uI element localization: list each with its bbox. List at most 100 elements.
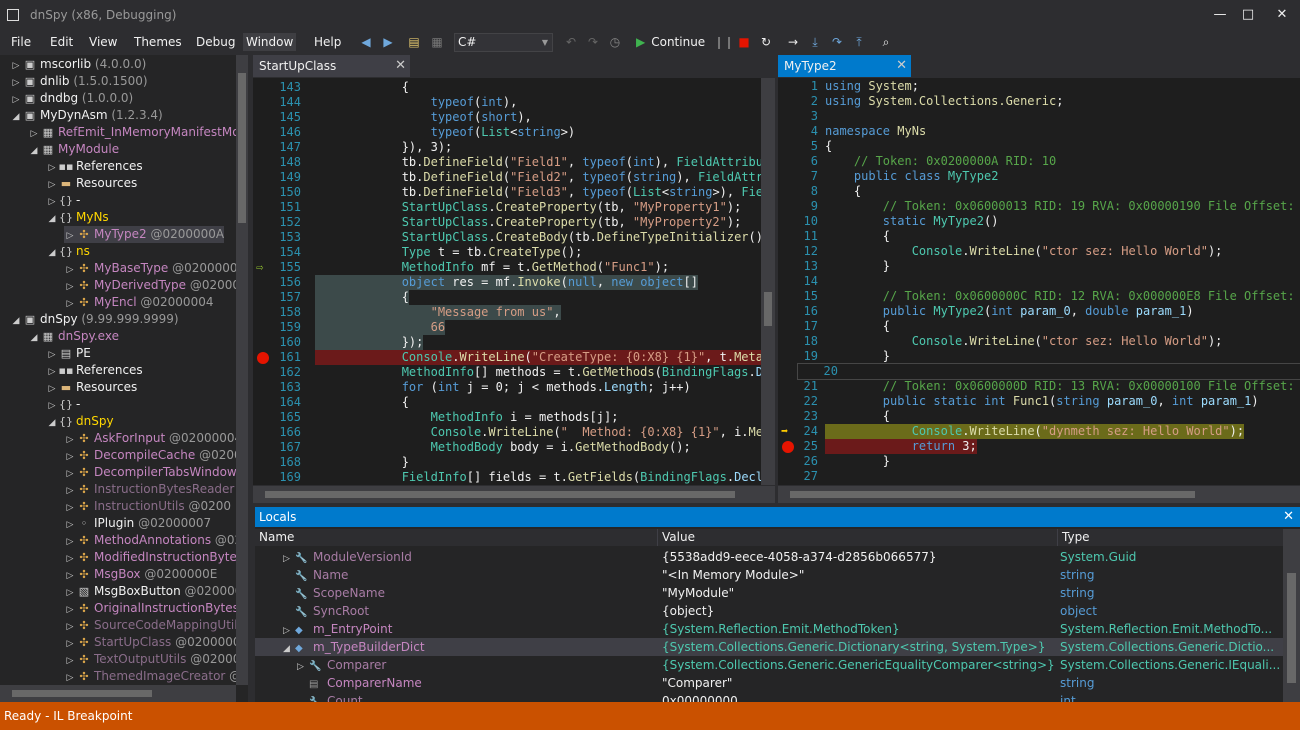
menu-themes[interactable]: Themes	[131, 33, 185, 51]
close-icon[interactable]: ✕	[1268, 4, 1296, 26]
code-line[interactable]: 167 MethodBody body = i.GetMethodBody();	[253, 440, 775, 455]
step-into-icon[interactable]: ⤓	[806, 33, 824, 51]
scroll-thumb[interactable]	[12, 690, 152, 697]
code-line[interactable]: 4 namespace MyNs	[778, 124, 1300, 139]
code-line[interactable]: 169 FieldInfo[] fields = t.GetFields(Bin…	[253, 470, 775, 485]
collapse-icon[interactable]: ◢	[46, 415, 58, 432]
tree-horizontal-scrollbar[interactable]	[0, 685, 236, 702]
code-line[interactable]: 143 {	[253, 80, 775, 95]
tree-node[interactable]: ◢{} MyNs	[46, 209, 109, 226]
tree-node[interactable]: ▷ ✣ ModifiedInstructionBytes	[64, 549, 244, 566]
code-line[interactable]: 146 typeof(List<string>)	[253, 125, 775, 140]
collapse-icon[interactable]: ◢	[28, 330, 40, 347]
tree-node[interactable]: ◢{} dnSpy	[46, 413, 114, 430]
code-line[interactable]: 147 }), 3);	[253, 140, 775, 155]
code-line[interactable]: 8 {	[778, 184, 1300, 199]
column-name[interactable]: Name	[255, 529, 658, 546]
back-icon[interactable]: ◀	[357, 33, 375, 51]
code-editor-left[interactable]: 143 {144 typeof(int), 145 typeof(short), 1…	[253, 78, 775, 485]
locals-row[interactable]: ▷ 🔧 Comparer {System.Collections.Generic.Ge…	[255, 656, 1283, 674]
code-line[interactable]: 161 Console.WriteLine("CreateType: {0:X8…	[253, 350, 775, 365]
editor-horizontal-scrollbar[interactable]	[778, 486, 1300, 503]
code-line[interactable]: 17 {	[778, 319, 1300, 334]
code-line[interactable]: 22 public static int Func1(string param_…	[778, 394, 1300, 409]
code-line[interactable]: 1 using System;	[778, 79, 1300, 94]
tree-node[interactable]: ▷ ✣ MethodAnnotations @02	[64, 532, 243, 549]
expand-icon[interactable]: ▷	[297, 658, 309, 674]
menu-edit[interactable]: Edit	[47, 33, 76, 51]
tree-node[interactable]: ▷✣MyDerivedType @0200000	[64, 277, 248, 294]
code-line[interactable]: 145 typeof(short),	[253, 110, 775, 125]
code-line[interactable]: 153 StartUpClass.CreateBody(tb.DefineTyp…	[253, 230, 775, 245]
code-line[interactable]: 2 using System.Collections.Generic;	[778, 94, 1300, 109]
menu-file[interactable]: File	[8, 33, 34, 51]
stop-icon[interactable]: ■	[735, 33, 753, 51]
code-line[interactable]: 11 {	[778, 229, 1300, 244]
menu-help[interactable]: Help	[311, 33, 344, 51]
code-line[interactable]: 16 public MyType2(int param_0, double pa…	[778, 304, 1300, 319]
locals-row[interactable]: 🔧 ScopeName "MyModule" string	[255, 584, 1283, 602]
code-line[interactable]: 155 MethodInfo mf = t.GetMethod("Func1")…	[253, 260, 775, 275]
code-line[interactable]: 26 }	[778, 454, 1300, 469]
locals-row[interactable]: ▷ ◆ m_EntryPoint {System.Reflection.Emit.Me…	[255, 620, 1283, 638]
collapse-icon[interactable]: ◢	[46, 245, 58, 262]
locals-row[interactable]: ◢ ◆ m_TypeBuilderDict {System.Collections.G…	[255, 638, 1283, 656]
code-line[interactable]: 156 object res = mf.Invoke(null, new obj…	[253, 275, 775, 290]
variable-value[interactable]: {System.Reflection.Emit.MethodToken}	[662, 620, 1056, 638]
restart-icon[interactable]: ↻	[757, 33, 775, 51]
forward-icon[interactable]: ▶	[379, 33, 397, 51]
code-line[interactable]: 21 // Token: 0x0600000D RID: 13 RVA: 0x0…	[778, 379, 1300, 394]
open-icon[interactable]: ▤	[405, 33, 423, 51]
scroll-thumb[interactable]	[764, 292, 772, 326]
tree-node[interactable]: ▷ ✣ MyBaseType @02000002	[64, 260, 246, 277]
collapse-icon[interactable]: ◢	[283, 640, 295, 656]
tree-node[interactable]: ▷ ▤ PE	[46, 345, 91, 362]
tree-node[interactable]: ▷{} -	[46, 192, 81, 209]
close-tab-icon[interactable]: ✕	[896, 55, 907, 77]
code-line[interactable]: 166 Console.WriteLine(" Method: {0:X8} {…	[253, 425, 775, 440]
scroll-thumb[interactable]	[238, 73, 246, 223]
code-line[interactable]: 25 return 3;	[778, 439, 1300, 454]
code-line[interactable]: 158 "Message from us",	[253, 305, 775, 320]
code-line[interactable]: 168 }	[253, 455, 775, 470]
code-line[interactable]: 154 Type t = tb.CreateType();	[253, 245, 775, 260]
code-line[interactable]: 164 {	[253, 395, 775, 410]
step-over-icon[interactable]: ↷	[828, 33, 846, 51]
scroll-thumb[interactable]	[790, 491, 1195, 498]
maximize-icon[interactable]: □	[1234, 4, 1262, 26]
tree-node[interactable]: ◢ ▣ dnSpy (9.99.999.9999)	[10, 311, 179, 328]
code-line[interactable]: 157 {	[253, 290, 775, 305]
show-next-statement-icon[interactable]: →	[784, 33, 802, 51]
tree-node[interactable]: ▷ ▪▪ References	[46, 158, 143, 175]
tree-node[interactable]: ▷✣InstructionBytesReader @	[64, 481, 248, 498]
open-list-icon[interactable]: ▦	[428, 33, 446, 51]
step-out-icon[interactable]: ⤒	[850, 33, 868, 51]
menu-debug[interactable]: Debug	[193, 33, 238, 51]
variable-value[interactable]: {object}	[662, 602, 1056, 620]
tree-node[interactable]: ▷ ▣ dndbg (1.0.0.0)	[10, 90, 134, 107]
tree-node[interactable]: ▷ ✣ DecompileCache @02000	[64, 447, 248, 464]
tree-node[interactable]: ▷ ✣ SourceCodeMappingUtil	[64, 617, 238, 634]
code-line[interactable]: 23 {	[778, 409, 1300, 424]
language-select[interactable]: C# ▼	[454, 33, 553, 52]
undo-icon[interactable]: ↶	[562, 33, 580, 51]
tree-node[interactable]: ▷ ◦ IPlugin @02000007	[64, 515, 212, 532]
tree-node[interactable]: ▷ ✣ OriginalInstructionBytesR	[64, 600, 248, 617]
close-tab-icon[interactable]: ✕	[395, 55, 406, 77]
code-line[interactable]: 12 Console.WriteLine("ctor sez: Hello Wo…	[778, 244, 1300, 259]
tree-node[interactable]: ◢{} ns	[46, 243, 90, 260]
editor-horizontal-scrollbar[interactable]	[253, 486, 775, 503]
code-line[interactable]: 14	[778, 274, 1300, 289]
tree-node[interactable]: ▷ ✣ InstructionUtils @0200	[64, 498, 231, 515]
locals-row[interactable]: ▷ 🔧 ModuleVersionId {5538add9-eece-4058-a37…	[255, 548, 1283, 566]
tree-node[interactable]: ▷ ▦ RefEmit_InMemoryManifestMod	[28, 124, 248, 141]
close-icon[interactable]: ✕	[1283, 507, 1294, 527]
locals-row[interactable]: ▤ ComparerName "Comparer" string	[255, 674, 1283, 692]
locals-row[interactable]: 🔧 Name "<In Memory Module>" string	[255, 566, 1283, 584]
code-line[interactable]: 165 MethodInfo i = methods[j];	[253, 410, 775, 425]
tree-node[interactable]: ▷ ✣ ThemedImageCreator @	[64, 668, 242, 685]
tree-node[interactable]: ▷ ✣ TextOutputUtils @02000	[64, 651, 241, 668]
editor-vertical-scrollbar[interactable]	[761, 78, 775, 485]
code-line[interactable]: 7 public class MyType2	[778, 169, 1300, 184]
tree-node[interactable]: ▷ ✣ DecompilerTabsWindow	[64, 464, 237, 481]
